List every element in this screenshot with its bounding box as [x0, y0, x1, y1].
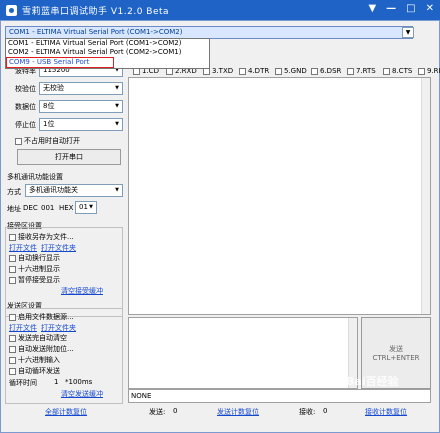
send-open-file-link[interactable]: 打开文件	[9, 323, 37, 333]
recv-hex-label: 十六进制显示	[18, 265, 60, 273]
interval-label: 循环时间	[9, 379, 37, 387]
stop-bits-label: 停止位	[15, 121, 36, 129]
menu-arrow-icon[interactable]: ▼	[368, 3, 376, 14]
send-area[interactable]	[128, 317, 358, 389]
watermark: Bai百经验	[346, 375, 399, 388]
send-clear-link[interactable]: 清空发送缓冲	[61, 389, 103, 399]
close-icon[interactable]: ✕	[426, 3, 434, 14]
data-bits-select[interactable]: 8位	[39, 100, 123, 113]
title-bar: 雪莉蓝串口调试助手 V1.2.0 Beta ▼ — □ ✕	[0, 0, 440, 20]
recv-save-label: 接收另存为文件...	[18, 233, 74, 241]
auto-open-checkbox[interactable]: 不占用时自动打开	[15, 136, 80, 146]
signal-rts[interactable]: 7.RTS	[347, 67, 376, 75]
send-button-label: 发送	[389, 345, 403, 353]
send-hex-checkbox[interactable]: 十六进制输入	[9, 355, 60, 365]
check-select[interactable]: 无校验	[39, 82, 123, 95]
interval-input[interactable]: 1	[54, 378, 58, 386]
sent-count-label: 发送:	[149, 408, 166, 416]
mode-select[interactable]: 多机通讯功能关	[25, 184, 123, 197]
multi-title: 多机通讯功能设置	[7, 173, 63, 181]
hex-label: HEX	[59, 204, 74, 212]
send-auto-clear-checkbox[interactable]: 发送完自动清空	[9, 333, 67, 343]
send-file-label: 启用文件数据源...	[18, 313, 74, 321]
chevron-down-icon[interactable]: ▼	[402, 27, 414, 38]
signal-gnd[interactable]: 5.GND	[275, 67, 307, 75]
hex-value[interactable]: 01	[75, 201, 97, 214]
dec-label: DEC	[23, 204, 38, 212]
send-file-checkbox[interactable]: 启用文件数据源...	[9, 312, 74, 322]
signal-dsr[interactable]: 6.DSR	[311, 67, 341, 75]
recv-clear-link[interactable]: 清空接受缓冲	[61, 286, 103, 296]
status-text-box: NONE	[128, 389, 431, 403]
send-append-checkbox[interactable]: 自动发送附加位...	[9, 344, 74, 354]
send-loop-label: 自动循环发送	[18, 367, 60, 375]
auto-open-label: 不占用时自动打开	[24, 137, 80, 145]
signal-label: 8.CTS	[392, 67, 413, 75]
signal-label: 9.RI	[427, 67, 440, 75]
maximize-icon[interactable]: □	[406, 3, 415, 14]
interval-unit: *100ms	[65, 378, 93, 386]
reset-recv-link[interactable]: 接收计数复位	[365, 407, 407, 417]
recv-open-folder-link[interactable]: 打开文件夹	[41, 243, 76, 253]
send-open-folder-link[interactable]: 打开文件夹	[41, 323, 76, 333]
send-append-label: 自动发送附加位...	[18, 345, 74, 353]
port-option-com1[interactable]: COM1 - ELTIMA Virtual Serial Port (COM1-…	[6, 39, 209, 48]
minimize-icon[interactable]: —	[386, 3, 396, 14]
recv-open-file-link[interactable]: 打开文件	[9, 243, 37, 253]
check-label: 校验位	[15, 85, 36, 93]
signal-label: 7.RTS	[356, 67, 376, 75]
reset-sent-link[interactable]: 发送计数复位	[217, 407, 259, 417]
recv-wrap-label: 自动换行显示	[18, 254, 60, 262]
addr-label: 地址	[7, 205, 21, 213]
data-bits-label: 数据位	[15, 103, 36, 111]
signal-label: 6.DSR	[320, 67, 342, 75]
send-button-shortcut: CTRL+ENTER	[372, 354, 420, 362]
dec-value[interactable]: 001	[41, 204, 54, 212]
recv-save-checkbox[interactable]: 接收另存为文件...	[9, 232, 74, 242]
send-loop-checkbox[interactable]: 自动循环发送	[9, 366, 60, 376]
stop-bits-select[interactable]: 1位	[39, 118, 123, 131]
recv-pause-label: 暂停接受显示	[18, 276, 60, 284]
port-option-com9[interactable]: COM9 - USB Serial Port	[6, 57, 114, 68]
recv-hex-checkbox[interactable]: 十六进制显示	[9, 264, 60, 274]
send-hex-label: 十六进制输入	[18, 356, 60, 364]
signal-cts[interactable]: 8.CTS	[383, 67, 412, 75]
app-icon	[6, 4, 17, 16]
signal-label: 4.DTR	[248, 67, 270, 75]
recv-pause-checkbox[interactable]: 暂停接受显示	[9, 275, 60, 285]
main-window: COM1 - ELTIMA Virtual Serial Port (COM1-…	[0, 20, 440, 433]
recv-count: 0	[323, 407, 328, 415]
open-port-button[interactable]: 打开串口	[17, 149, 121, 165]
port-option-com2[interactable]: COM2 - ELTIMA Virtual Serial Port (COM2-…	[6, 48, 209, 57]
signal-ri[interactable]: 9.RI	[418, 67, 440, 75]
send-auto-clear-label: 发送完自动清空	[18, 334, 67, 342]
signal-dtr[interactable]: 4.DTR	[239, 67, 269, 75]
recv-wrap-checkbox[interactable]: 自动换行显示	[9, 253, 60, 263]
signal-label: 5.GND	[284, 67, 307, 75]
port-dropdown: COM1 - ELTIMA Virtual Serial Port (COM1-…	[5, 38, 210, 69]
recv-count-label: 接收:	[299, 408, 316, 416]
receive-area[interactable]	[128, 77, 431, 315]
receive-scrollbar[interactable]	[421, 78, 430, 314]
signal-label: 3.TXD	[212, 67, 234, 75]
mode-label: 方式	[7, 188, 21, 196]
sent-count: 0	[173, 407, 178, 415]
reset-all-link[interactable]: 全部计数复位	[45, 407, 87, 417]
window-title: 雪莉蓝串口调试助手 V1.2.0 Beta	[22, 6, 170, 17]
